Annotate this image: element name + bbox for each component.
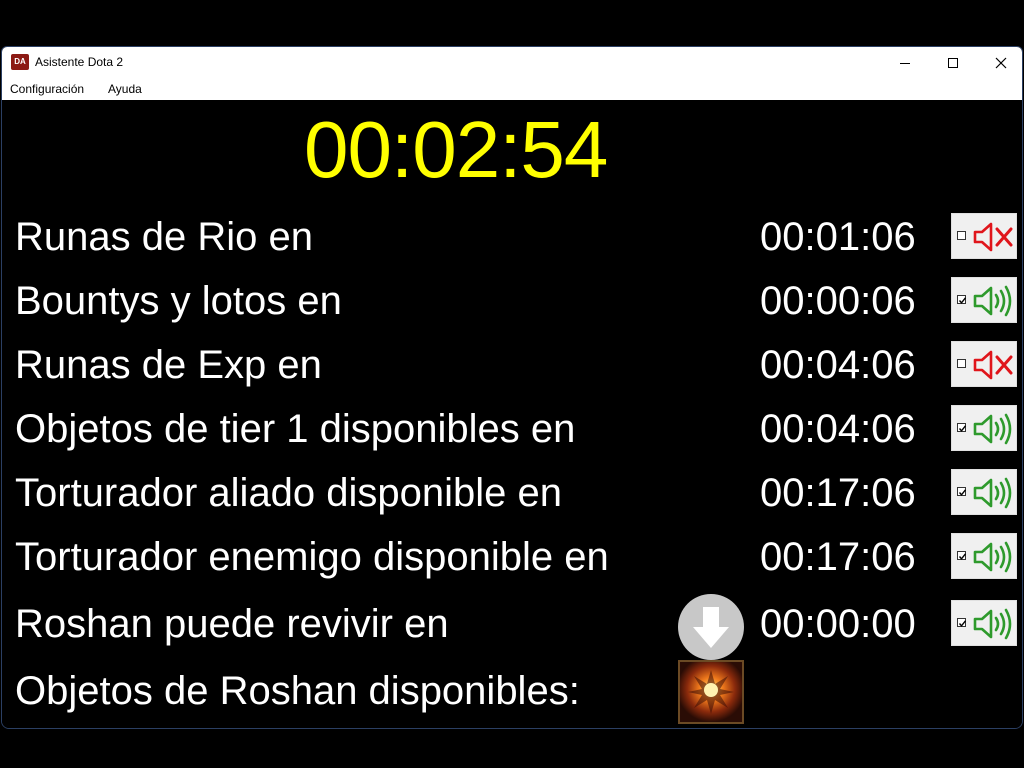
down-arrow-icon	[693, 607, 729, 648]
sound-toggle-runas-exp[interactable]	[951, 341, 1017, 387]
sound-toggle-roshan[interactable]	[951, 600, 1017, 646]
sound-toggle-runas-rio[interactable]	[951, 213, 1017, 259]
menu-configuracion[interactable]: Configuración	[10, 82, 84, 96]
timer-panel: 00:02:54 Runas de Rio en 00:01:06 Bounty…	[2, 100, 1022, 728]
title-bar[interactable]: DA Asistente Dota 2	[2, 47, 1022, 78]
speaker-muted-icon	[973, 350, 1013, 380]
roshan-items-label: Objetos de Roshan disponibles:	[15, 669, 580, 713]
row-label-bountys-lotos: Bountys y lotos en	[15, 279, 342, 323]
menu-bar: Configuración Ayuda	[2, 78, 1022, 101]
sound-toggle-torturador-enemigo[interactable]	[951, 533, 1017, 579]
row-label-torturador-enemigo: Torturador enemigo disponible en	[15, 535, 609, 579]
sound-checkbox[interactable]	[957, 231, 966, 240]
sound-checkbox[interactable]	[957, 359, 966, 368]
window-title: Asistente Dota 2	[35, 55, 124, 69]
sound-toggle-tier1[interactable]	[951, 405, 1017, 451]
minimize-icon	[900, 62, 910, 64]
row-label-runas-exp: Runas de Exp en	[15, 343, 322, 387]
row-label-runas-rio: Runas de Rio en	[15, 215, 313, 259]
speaker-on-icon	[973, 285, 1012, 317]
speaker-on-icon	[973, 477, 1012, 509]
close-icon	[995, 57, 1007, 68]
row-time-bountys-lotos: 00:00:06	[760, 279, 916, 323]
maximize-icon	[948, 57, 958, 68]
minimize-button[interactable]	[882, 47, 928, 78]
sound-checkbox[interactable]	[957, 423, 967, 432]
app-window: DA Asistente Dota 2 Configuración Ayuda …	[1, 46, 1023, 729]
close-button[interactable]	[978, 47, 1022, 78]
row-time-torturador-enemigo: 00:17:06	[760, 535, 916, 579]
sound-checkbox[interactable]	[957, 551, 967, 560]
speaker-on-icon	[973, 608, 1012, 640]
main-timer: 00:02:54	[304, 105, 608, 194]
roshan-down-arrow-button[interactable]	[678, 594, 744, 660]
maximize-button[interactable]	[930, 47, 976, 78]
row-time-roshan: 00:00:00	[760, 602, 916, 646]
sound-toggle-torturador-aliado[interactable]	[951, 469, 1017, 515]
row-time-torturador-aliado: 00:17:06	[760, 471, 916, 515]
row-label-roshan: Roshan puede revivir en	[15, 602, 449, 646]
menu-ayuda[interactable]: Ayuda	[108, 82, 142, 96]
speaker-muted-icon	[973, 222, 1013, 252]
roshan-item-icon[interactable]	[678, 660, 744, 724]
sound-checkbox[interactable]	[957, 618, 967, 627]
speaker-on-icon	[973, 541, 1012, 573]
row-time-runas-exp: 00:04:06	[760, 343, 916, 387]
row-time-runas-rio: 00:01:06	[760, 215, 916, 259]
row-label-tier1: Objetos de tier 1 disponibles en	[15, 407, 576, 451]
row-label-torturador-aliado: Torturador aliado disponible en	[15, 471, 563, 515]
speaker-on-icon	[973, 413, 1012, 445]
sound-toggle-bountys-lotos[interactable]	[951, 277, 1017, 323]
sound-checkbox[interactable]	[957, 295, 967, 304]
sound-checkbox[interactable]	[957, 487, 967, 496]
app-icon: DA	[11, 54, 29, 70]
row-time-tier1: 00:04:06	[760, 407, 916, 451]
